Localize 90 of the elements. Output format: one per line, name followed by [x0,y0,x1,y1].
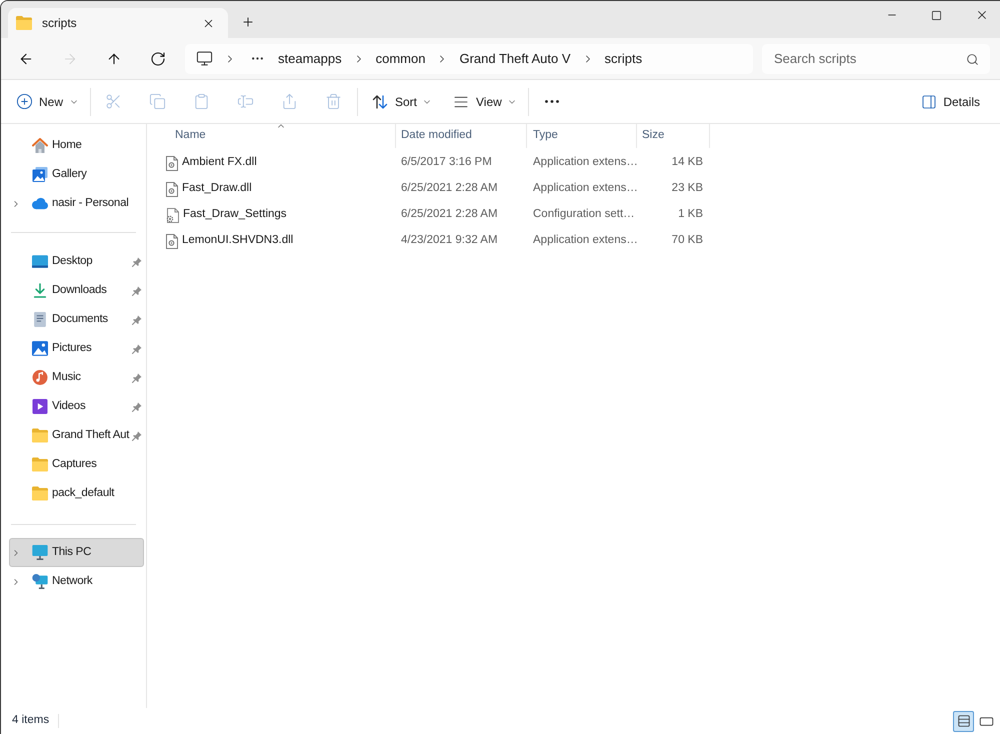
details-view-button[interactable] [953,710,974,732]
ellipsis-icon[interactable] [252,57,263,60]
type-cell: Application extens… [533,182,638,194]
ellipsis-icon [544,100,559,103]
date-modified-cell: 6/5/2017 3:16 PM [401,156,492,168]
file-icon [166,156,178,170]
sidebar-item[interactable]: Videos [9,392,144,421]
maximize-icon [931,10,942,20]
plus-circle-icon [16,93,33,110]
pin-icon[interactable] [132,344,142,354]
search-field[interactable]: Search scripts [762,44,990,74]
list-view-icon [956,714,970,728]
date-modified-cell: 6/25/2021 2:28 AM [401,182,498,194]
sidebar-item[interactable]: Grand Theft Aut [9,421,144,450]
sidebar-item[interactable]: Downloads [9,276,144,305]
sidebar-item[interactable]: Network [9,567,144,596]
type-cell: Application extens… [533,156,638,168]
settings-file-icon [166,208,179,222]
folder-icon [32,428,48,443]
file-icon [166,182,178,196]
new-button[interactable]: New [8,86,82,118]
plus-icon [241,15,255,29]
breadcrumb[interactable]: common [370,46,432,70]
size-cell: 23 KB [672,182,703,194]
folder-icon [16,16,32,30]
date-modified-cell: 6/25/2021 2:28 AM [401,208,498,220]
type-cell: Configuration sett… [533,208,635,220]
pin-icon[interactable] [132,430,142,440]
sidebar-item[interactable]: nasir - Personal [9,189,144,218]
file-name[interactable]: Fast_Draw_Settings [183,206,287,224]
picture-icon [32,341,48,356]
network-icon [32,574,48,589]
sort-arrows-icon [372,94,388,110]
sidebar-item[interactable]: Captures [9,450,144,479]
home-icon [32,138,48,153]
computer-icon [32,545,48,560]
column-header[interactable]: Name [147,124,396,148]
size-cell: 1 KB [678,208,703,220]
share-icon [280,93,298,110]
scissors-icon [104,93,122,110]
sidebar-item[interactable]: Gallery [9,160,144,189]
size-cell: 14 KB [672,156,703,168]
item-count: 4 items [12,713,50,728]
sidebar-item[interactable]: Pictures [9,334,144,363]
desktop-icon [32,254,48,269]
document-icon [32,312,48,327]
folder-icon [32,457,48,472]
sort-button[interactable]: Sort [364,86,440,118]
text-cursor-icon [236,93,254,110]
sidebar-item[interactable]: Music [9,363,144,392]
download-icon [32,283,48,298]
breadcrumb[interactable]: steamapps [272,46,348,70]
sidebar-item[interactable]: Desktop [9,247,144,276]
folder-icon [32,486,48,501]
file-name[interactable]: Fast_Draw.dll [182,180,252,198]
pin-icon[interactable] [132,372,142,382]
clipboard-icon [192,93,210,110]
column-header[interactable]: Size [637,124,710,148]
date-modified-cell: 4/23/2021 9:32 AM [401,234,498,246]
panel-icon [921,94,938,110]
pin-icon[interactable] [132,314,142,324]
pin-icon[interactable] [132,256,142,266]
column-header[interactable]: Date modified [396,124,527,148]
refresh-icon [150,50,166,66]
video-icon [32,399,48,414]
sidebar-item[interactable]: pack_default [9,479,144,508]
breadcrumb[interactable]: Grand Theft Auto V [453,46,577,70]
picture-icon [32,167,48,182]
file-icon [166,234,178,248]
search-icon [966,52,979,66]
breadcrumb[interactable]: scripts [598,46,648,70]
view-button[interactable]: View [445,86,525,118]
pin-icon[interactable] [132,286,142,296]
size-cell: 70 KB [672,234,703,246]
details-button[interactable]: Details [913,86,988,118]
type-cell: Application extens… [533,234,638,246]
music-note-icon [32,370,48,385]
file-name[interactable]: Ambient FX.dll [182,154,257,172]
cloud-icon [32,196,48,211]
computer-icon[interactable] [196,50,213,67]
trash-icon [324,93,342,110]
pin-icon[interactable] [132,402,142,412]
sidebar-item[interactable]: This PC [9,538,144,567]
sidebar-item[interactable]: Documents [9,305,144,334]
file-name[interactable]: LemonUI.SHVDN3.dll [182,232,294,250]
tab[interactable]: scripts [8,8,228,38]
address-bar[interactable]: steamapps common Grand Theft Auto V scripts [185,44,753,74]
sidebar-item[interactable]: Home [9,131,144,160]
copy-icon [148,93,166,110]
column-header[interactable]: Type [527,124,637,148]
